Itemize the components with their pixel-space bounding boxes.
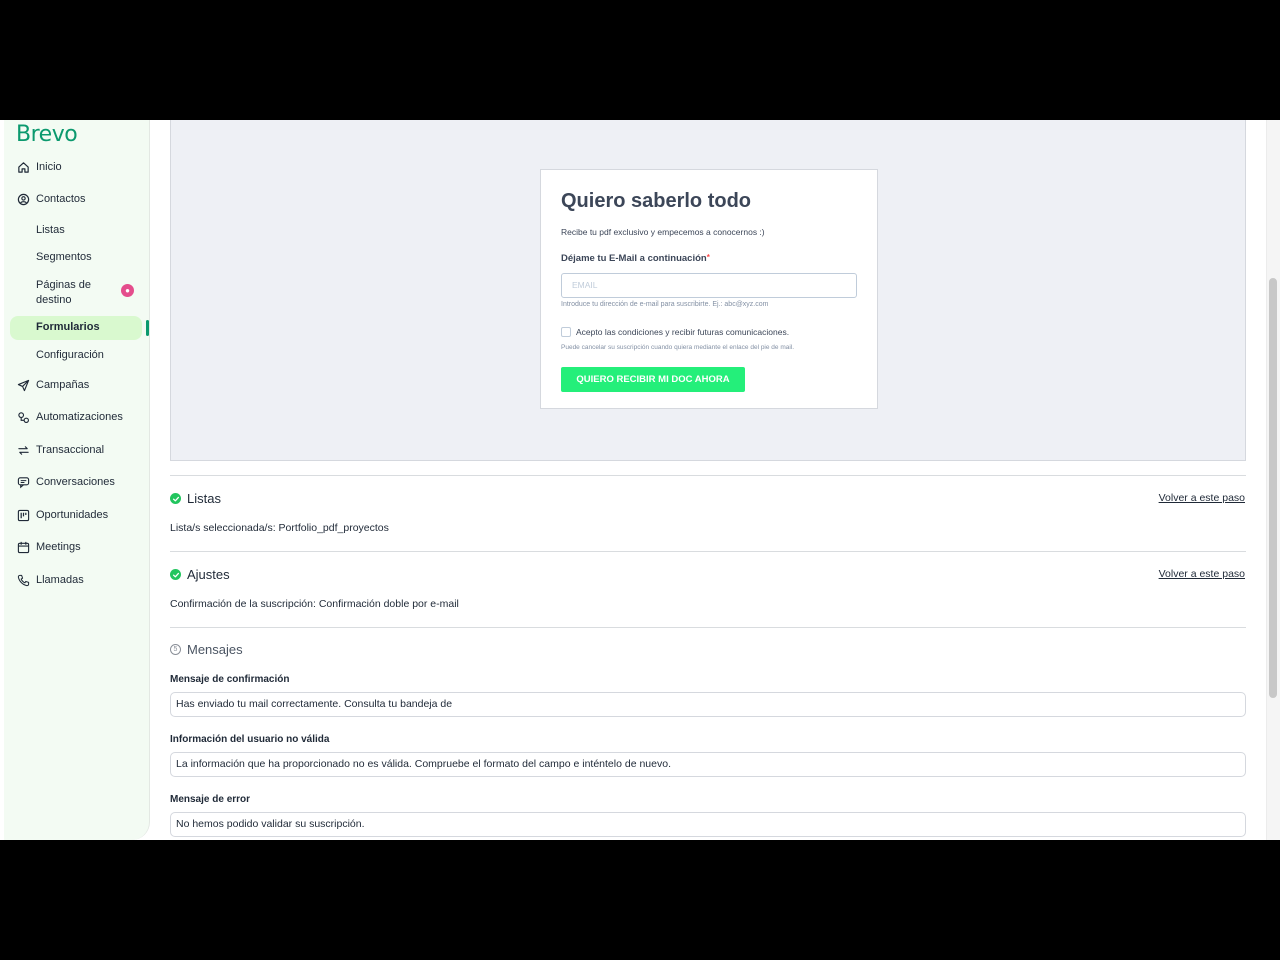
divider xyxy=(170,551,1246,552)
terms-checkbox[interactable] xyxy=(561,327,571,337)
sidebar-item-label: Automatizaciones xyxy=(36,411,123,423)
email-field[interactable]: EMAIL xyxy=(561,273,857,298)
email-help-text: Introduce tu dirección de e-mail para su… xyxy=(561,301,769,308)
check-circle-icon xyxy=(170,493,181,504)
automation-icon xyxy=(16,410,30,424)
section-title: Ajustes xyxy=(187,567,230,582)
transactional-icon xyxy=(16,443,30,457)
back-to-step-link[interactable]: Volver a este paso xyxy=(1159,492,1245,504)
section-title: Mensajes xyxy=(187,642,243,657)
subscription-confirmation-text: Confirmación de la suscripción: Confirma… xyxy=(170,598,459,610)
error-message-field[interactable]: No hemos podido validar su suscripción. xyxy=(170,812,1246,837)
check-circle-icon xyxy=(170,569,181,580)
divider xyxy=(170,627,1246,628)
sidebar-subitem-segmentos[interactable]: Segmentos xyxy=(36,250,92,265)
required-marker: * xyxy=(706,253,710,262)
invalid-info-message-label: Información del usuario no válida xyxy=(170,734,330,745)
home-icon xyxy=(16,160,30,174)
submit-button[interactable]: QUIERO RECIBIR MI DOC AHORA xyxy=(561,367,745,392)
section-title: Listas xyxy=(187,491,221,506)
chat-icon xyxy=(16,475,30,489)
send-icon xyxy=(16,378,30,392)
divider xyxy=(170,475,1246,476)
active-item-indicator xyxy=(146,320,149,336)
form-preview-area: Quiero saberlo todo Recibe tu pdf exclus… xyxy=(170,120,1246,461)
sidebar-item-label: Conversaciones xyxy=(36,476,115,488)
form-preview-card: Quiero saberlo todo Recibe tu pdf exclus… xyxy=(540,169,878,409)
sidebar-item-label: Contactos xyxy=(36,193,86,205)
sidebar-item-meetings[interactable]: Meetings xyxy=(4,535,150,559)
sidebar: Brevo Inicio Contactos Listas Segmentos … xyxy=(4,120,150,840)
sidebar-item-llamadas[interactable]: Llamadas xyxy=(4,568,150,592)
confirmation-message-field[interactable]: Has enviado tu mail correctamente. Consu… xyxy=(170,692,1246,717)
sidebar-item-inicio[interactable]: Inicio xyxy=(4,155,150,179)
sidebar-item-campanas[interactable]: Campañas xyxy=(4,373,150,397)
selected-lists-text: Lista/s seleccionada/s: Portfolio_pdf_pr… xyxy=(170,522,389,534)
form-subtitle: Recibe tu pdf exclusivo y empecemos a co… xyxy=(561,227,765,237)
sidebar-item-label: Oportunidades xyxy=(36,509,109,521)
email-label-text: Déjame tu E-Mail a continuación xyxy=(561,253,707,264)
terms-checkbox-label: Acepto las condiciones y recibir futuras… xyxy=(576,327,790,337)
deals-icon xyxy=(16,508,30,522)
section-ajustes-header: Ajustes xyxy=(170,567,230,582)
phone-icon xyxy=(16,573,30,587)
contacts-icon xyxy=(16,192,30,206)
sidebar-item-label: Campañas xyxy=(36,379,90,391)
sidebar-subitem-listas[interactable]: Listas xyxy=(36,223,65,238)
calendar-icon xyxy=(16,540,30,554)
section-listas-header: Listas xyxy=(170,491,221,506)
brevo-logo[interactable]: Brevo xyxy=(16,122,78,147)
sidebar-item-label: Meetings xyxy=(36,541,81,553)
error-message-label: Mensaje de error xyxy=(170,794,251,805)
form-email-label: Déjame tu E-Mail a continuación* xyxy=(561,253,710,264)
app-window: Brevo Inicio Contactos Listas Segmentos … xyxy=(0,120,1280,840)
unsubscribe-help-text: Puede cancelar su suscripción cuando qui… xyxy=(561,344,795,351)
landing-pages-badge-icon: ● xyxy=(121,284,134,297)
sidebar-item-conversaciones[interactable]: Conversaciones xyxy=(4,470,150,494)
step-number-icon: 5 xyxy=(170,644,181,655)
sidebar-item-label: Inicio xyxy=(36,161,62,173)
sidebar-subitem-paginas-destino[interactable]: Páginas de destino xyxy=(36,278,116,308)
main-content: Quiero saberlo todo Recibe tu pdf exclus… xyxy=(150,120,1266,840)
sidebar-item-oportunidades[interactable]: Oportunidades xyxy=(4,503,150,527)
sidebar-subitem-formularios[interactable]: Formularios xyxy=(36,320,100,335)
sidebar-item-transaccional[interactable]: Transaccional xyxy=(4,438,150,462)
sidebar-item-label: Transaccional xyxy=(36,444,105,456)
scrollbar-thumb[interactable] xyxy=(1269,278,1277,698)
section-mensajes-header: 5 Mensajes xyxy=(170,642,243,657)
sidebar-item-contactos[interactable]: Contactos xyxy=(4,187,150,211)
back-to-step-link[interactable]: Volver a este paso xyxy=(1159,568,1245,580)
form-title: Quiero saberlo todo xyxy=(561,190,752,212)
confirmation-message-label: Mensaje de confirmación xyxy=(170,674,290,685)
sidebar-item-automatizaciones[interactable]: Automatizaciones xyxy=(4,405,150,429)
sidebar-item-label: Llamadas xyxy=(36,574,84,586)
sidebar-subitem-configuracion[interactable]: Configuración xyxy=(36,348,104,363)
invalid-info-message-field[interactable]: La información que ha proporcionado no e… xyxy=(170,752,1246,777)
